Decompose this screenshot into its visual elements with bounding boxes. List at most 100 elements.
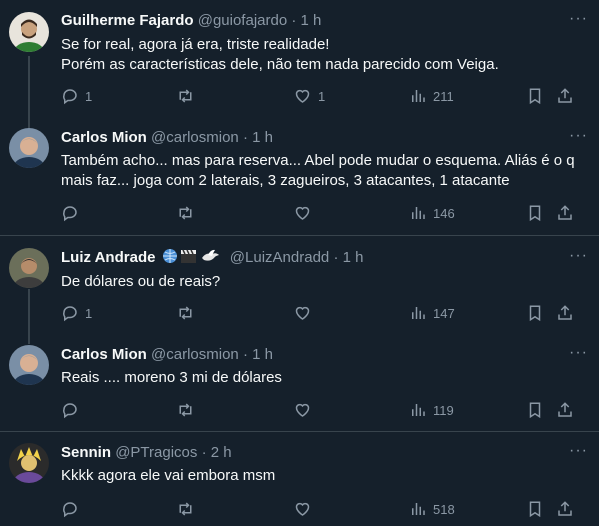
share-icon	[558, 305, 572, 320]
share-button[interactable]	[556, 500, 574, 518]
bookmark-button[interactable]	[526, 500, 544, 518]
retweet-button[interactable]	[176, 87, 201, 105]
retweet-icon	[179, 89, 192, 103]
reply-count: 1	[85, 88, 93, 104]
tweet-header: Carlos Mion @carlosmion · 1 h	[61, 128, 273, 148]
like-button[interactable]	[293, 204, 318, 222]
tweet-text-line: Porém as características dele, não tem n…	[61, 56, 499, 73]
separator-dot: ·	[333, 249, 339, 266]
like-button[interactable]	[293, 500, 318, 518]
user-handle[interactable]: @LuizAndradd	[230, 249, 329, 266]
share-button[interactable]	[556, 401, 574, 419]
reply-icon	[63, 206, 77, 222]
avatar-image	[9, 12, 49, 52]
more-options-icon[interactable]: ···	[569, 248, 588, 264]
heart-icon	[295, 206, 310, 220]
retweet-button[interactable]	[176, 204, 201, 222]
more-options-icon[interactable]: ···	[569, 443, 588, 459]
divider	[0, 235, 599, 236]
separator-dot: ·	[291, 12, 297, 29]
heart-icon	[295, 502, 310, 516]
retweet-button[interactable]	[176, 304, 201, 322]
user-handle[interactable]: @PTragicos	[115, 444, 197, 461]
views-icon	[412, 207, 425, 219]
timestamp[interactable]: 1 h	[343, 249, 364, 266]
views-icon	[412, 503, 425, 515]
avatar-image	[9, 248, 49, 288]
views-button[interactable]: 211	[409, 87, 454, 105]
share-button[interactable]	[556, 87, 574, 105]
views-button[interactable]: 146	[409, 204, 455, 222]
heart-icon	[295, 89, 310, 103]
tweet-header: Luiz Andrade @LuizAndradd · 1 h	[61, 248, 363, 270]
like-button[interactable]: 1	[293, 87, 325, 105]
share-button[interactable]	[556, 204, 574, 222]
bookmark-icon	[529, 88, 541, 105]
bookmark-button[interactable]	[526, 304, 544, 322]
retweet-button[interactable]	[176, 500, 201, 518]
bookmark-button[interactable]	[526, 401, 544, 419]
avatar[interactable]	[9, 248, 49, 288]
avatar[interactable]	[9, 345, 49, 385]
avatar[interactable]	[9, 443, 49, 483]
avatar-image	[9, 128, 49, 168]
view-count: 146	[433, 205, 455, 221]
reply-count: 1	[85, 305, 93, 321]
avatar-image	[9, 345, 49, 385]
retweet-button[interactable]	[176, 401, 201, 419]
timestamp[interactable]: 1 h	[252, 346, 273, 363]
timestamp[interactable]: 2 h	[211, 444, 232, 461]
timestamp[interactable]: 1 h	[301, 12, 322, 29]
like-button[interactable]	[293, 401, 318, 419]
clapperboard-icon	[180, 249, 196, 263]
views-icon	[412, 90, 425, 102]
views-button[interactable]: 147	[409, 304, 455, 322]
reply-button[interactable]: 1	[61, 304, 92, 322]
thread-connector	[28, 289, 30, 344]
tweet-text: Também acho... mas para reserva... Abel …	[61, 151, 581, 191]
tweet-text: Reais .... moreno 3 mi de dólares	[61, 368, 581, 388]
views-button[interactable]: 518	[409, 500, 455, 518]
tweet-text: Se for real, agora já era, triste realid…	[61, 35, 581, 75]
reply-button[interactable]: 1	[61, 87, 92, 105]
view-count: 518	[433, 501, 455, 517]
display-name[interactable]: Carlos Mion	[61, 129, 147, 146]
separator-dot: ·	[201, 444, 207, 461]
display-name[interactable]: Luiz Andrade	[61, 249, 155, 266]
display-name[interactable]: Sennin	[61, 444, 111, 461]
share-button[interactable]	[556, 304, 574, 322]
view-count: 147	[433, 305, 455, 321]
share-icon	[558, 205, 572, 220]
tweet-header: Carlos Mion @carlosmion · 1 h	[61, 345, 273, 365]
more-options-icon[interactable]: ···	[569, 128, 588, 144]
reply-button[interactable]	[61, 500, 85, 518]
user-handle[interactable]: @guiofajardo	[198, 12, 287, 29]
divider	[0, 431, 599, 432]
bookmark-icon	[529, 402, 541, 419]
bookmark-button[interactable]	[526, 87, 544, 105]
bookmark-button[interactable]	[526, 204, 544, 222]
avatar-image	[9, 443, 49, 483]
user-handle[interactable]: @carlosmion	[151, 129, 239, 146]
tweet-text-line: Também acho... mas para reserva... Abel …	[61, 152, 575, 169]
avatar[interactable]	[9, 12, 49, 52]
like-count: 1	[318, 88, 326, 104]
like-button[interactable]	[293, 304, 318, 322]
reply-button[interactable]	[61, 204, 85, 222]
separator-dot: ·	[242, 346, 248, 363]
views-icon	[412, 307, 425, 319]
timestamp[interactable]: 1 h	[252, 129, 273, 146]
share-icon	[558, 88, 572, 103]
display-name[interactable]: Carlos Mion	[61, 346, 147, 363]
user-handle[interactable]: @carlosmion	[151, 346, 239, 363]
views-button[interactable]: 119	[409, 401, 454, 419]
heart-icon	[295, 403, 310, 417]
more-options-icon[interactable]: ···	[569, 345, 588, 361]
reply-button[interactable]	[61, 401, 85, 419]
retweet-icon	[179, 502, 192, 516]
more-options-icon[interactable]: ···	[569, 11, 588, 27]
avatar[interactable]	[9, 128, 49, 168]
views-icon	[412, 404, 425, 416]
share-icon	[558, 402, 572, 417]
display-name[interactable]: Guilherme Fajardo	[61, 12, 194, 29]
